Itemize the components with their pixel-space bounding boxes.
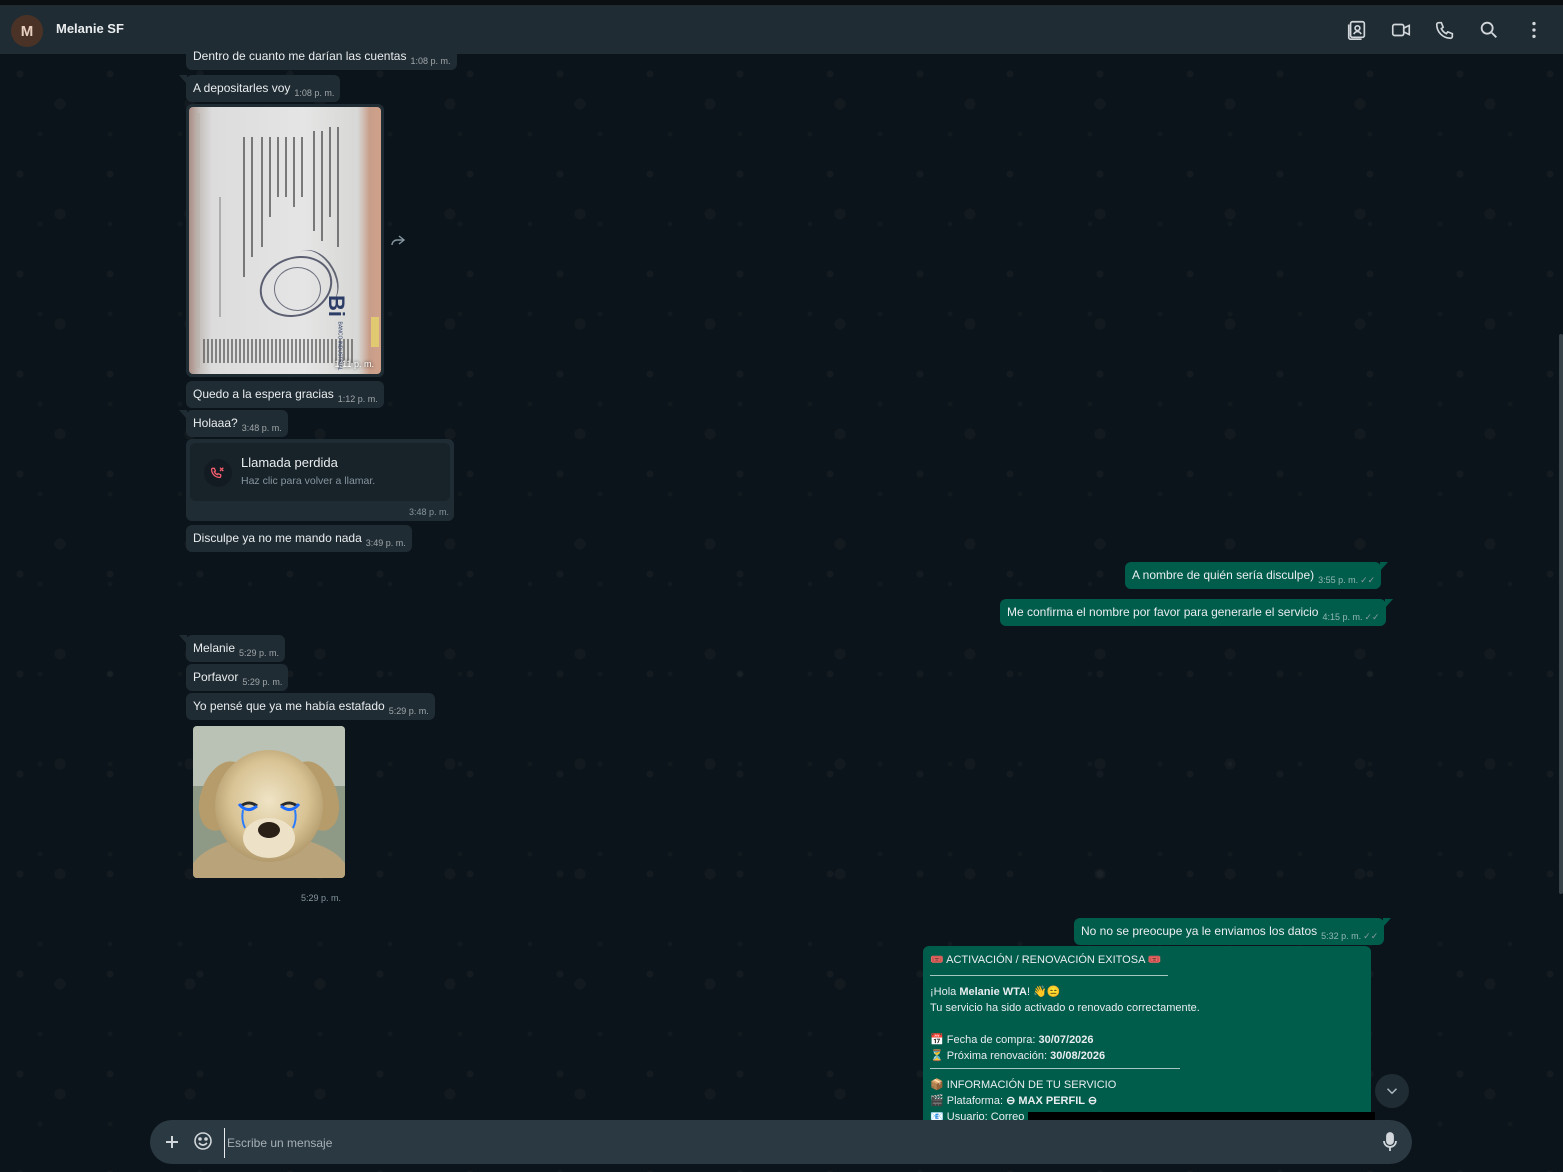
message-outgoing[interactable]: Me confirma el nombre por favor para gen… [1000, 599, 1393, 626]
attach-plus-icon[interactable] [162, 1132, 182, 1152]
purchase-label: Fecha de compra: [946, 1034, 1036, 1046]
message-incoming[interactable]: Dentro de cuanto me darían las cuentas 1:… [186, 46, 457, 70]
message-time: 5:29 p. m. [388, 706, 429, 716]
info-title: INFORMACIÓN DE TU SERVICIO [946, 1079, 1117, 1091]
message-incoming[interactable]: Porfavor 5:29 p. m. [186, 664, 289, 691]
emoji-icon[interactable] [193, 1131, 213, 1151]
divider [930, 1068, 1180, 1069]
message-text: Disculpe ya no me mando nada [193, 531, 362, 545]
read-ticks-icon: ✓✓ [1360, 575, 1376, 585]
message-text: A nombre de quién sería disculpe) [1132, 568, 1315, 582]
ticket-icon: 🎟️ [930, 954, 944, 966]
search-icon[interactable] [1478, 19, 1500, 41]
calendar-icon: 📅 [930, 1034, 944, 1046]
purchase-date: 30/07/2026 [1038, 1034, 1094, 1046]
message-time: 3:48 p. m. [408, 507, 449, 517]
message-incoming[interactable]: Yo pensé que ya me había estafado 5:29 p.… [186, 693, 435, 720]
renewal-label: Próxima renovación: [946, 1050, 1048, 1062]
customer-name: Melanie WTA [959, 986, 1027, 998]
card-title: ACTIVACIÓN / RENOVACIÓN EXITOSA [946, 954, 1145, 966]
missed-call-card[interactable]: Llamada perdida Haz clic para volver a l… [190, 443, 450, 501]
scrollbar-thumb[interactable] [1559, 334, 1563, 894]
missed-call-icon [204, 459, 232, 487]
message-text: Yo pensé que ya me había estafado [193, 699, 385, 713]
message-time: 1:08 p. m. [410, 56, 451, 66]
platform-value: ⊖ MAX PERFIL ⊖ [1006, 1095, 1098, 1107]
voice-call-icon[interactable] [1434, 19, 1456, 41]
message-time: 5:29 p. m. [301, 893, 342, 903]
scrollbar[interactable] [1558, 54, 1563, 1172]
message-text: Me confirma el nombre por favor para gen… [1007, 605, 1319, 619]
greeting-suffix: ! 👋😑 [1026, 986, 1061, 998]
divider [930, 975, 1168, 976]
message-time: 1:11 p. m. [334, 359, 374, 369]
contact-card-icon[interactable] [1346, 19, 1368, 41]
message-time: 3:55 p. m. [1318, 575, 1359, 585]
package-icon: 📦 [930, 1079, 944, 1091]
microphone-icon[interactable] [1380, 1131, 1400, 1153]
activation-card-message[interactable]: 🎟️ ACTIVACIÓN / RENOVACIÓN EXITOSA 🎟️ ¡H… [923, 946, 1371, 1126]
platform-label: Plataforma: [946, 1095, 1004, 1107]
message-text: A depositarles voy [193, 81, 291, 95]
message-outgoing[interactable]: No no se preocupe ya le enviamos los dat… [1074, 918, 1392, 945]
message-input[interactable] [224, 1128, 1369, 1158]
card-intro: Tu servicio ha sido activado o renovado … [930, 1002, 1200, 1014]
message-time: 4:15 p. m. [1322, 612, 1363, 622]
read-ticks-icon: ✓✓ [1364, 612, 1380, 622]
message-time: 1:12 p. m. [337, 394, 378, 404]
message-incoming[interactable]: Melanie 5:29 p. m. [178, 635, 286, 662]
sticker-crying-puppy[interactable] [193, 726, 345, 878]
hourglass-icon: ⏳ [930, 1050, 944, 1062]
video-call-icon[interactable] [1390, 19, 1412, 41]
missed-call-message[interactable]: Llamada perdida Haz clic para volver a l… [186, 439, 454, 521]
missed-call-subtitle: Haz clic para volver a llamar. [241, 475, 376, 487]
message-composer[interactable] [150, 1120, 1412, 1164]
message-time: 3:49 p. m. [365, 538, 406, 548]
scroll-to-bottom-button[interactable] [1375, 1074, 1409, 1108]
missed-call-title: Llamada perdida [241, 455, 338, 470]
bank-logo: Bi [324, 295, 349, 317]
message-text: No no se preocupe ya le enviamos los dat… [1081, 924, 1318, 938]
message-text: Quedo a la espera gracias [193, 387, 334, 401]
message-text: Porfavor [193, 670, 239, 684]
forward-icon[interactable] [390, 234, 406, 248]
message-time: 5:32 p. m. [1321, 931, 1362, 941]
image-message-receipt[interactable]: Bi BANCO INDUSTRIAL 1:11 p. m. [186, 104, 384, 377]
read-ticks-icon: ✓✓ [1363, 931, 1379, 941]
message-time: 1:08 p. m. [294, 88, 335, 98]
message-outgoing[interactable]: A nombre de quién sería disculpe) 3:55 p.… [1125, 562, 1389, 589]
message-text: Melanie [193, 641, 236, 655]
clapper-icon: 🎬 [930, 1095, 944, 1107]
receipt-photo[interactable]: Bi BANCO INDUSTRIAL 1:11 p. m. [189, 107, 381, 374]
greeting-prefix: ¡Hola [930, 986, 960, 998]
message-incoming[interactable]: A depositarles voy 1:08 p. m. [178, 75, 341, 102]
message-text: Holaaa? [193, 416, 238, 430]
contact-name[interactable]: Melanie SF [56, 21, 124, 36]
message-incoming[interactable]: Disculpe ya no me mando nada 3:49 p. m. [186, 525, 412, 552]
message-time: 5:29 p. m. [242, 677, 283, 687]
message-text: Dentro de cuanto me darían las cuentas [193, 49, 407, 63]
avatar[interactable]: M [11, 15, 43, 47]
renewal-date: 30/08/2026 [1050, 1050, 1106, 1062]
menu-icon[interactable] [1523, 19, 1545, 41]
message-time: 3:48 p. m. [241, 423, 282, 433]
message-time: 5:29 p. m. [239, 648, 280, 658]
message-incoming[interactable]: Quedo a la espera gracias 1:12 p. m. [186, 381, 384, 408]
ticket-icon: 🎟️ [1147, 954, 1162, 966]
message-incoming[interactable]: Holaaa? 3:48 p. m. [179, 410, 288, 437]
